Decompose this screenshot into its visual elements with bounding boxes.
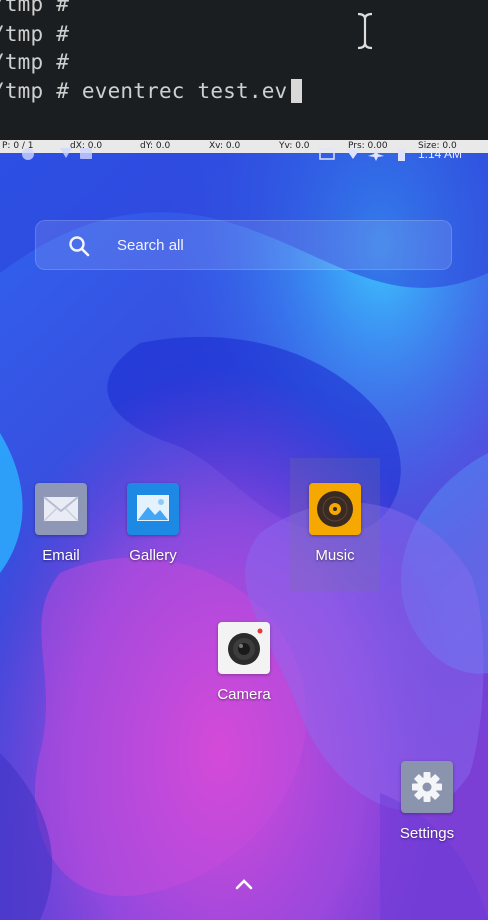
terminal-line: /tmp # (0, 50, 70, 74)
terminal-window[interactable]: /tmp # /tmp # /tmp # /tmp # eventrec tes… (0, 0, 488, 140)
app-email[interactable]: Email (16, 483, 106, 564)
search-icon (69, 236, 90, 257)
app-label: Settings (399, 825, 455, 842)
email-icon (35, 483, 87, 535)
app-label: Camera (217, 686, 271, 703)
app-music[interactable]: Music (290, 483, 380, 564)
camera-icon (218, 622, 270, 674)
search-bar[interactable]: Search all (35, 220, 452, 270)
ibeam-cursor-icon (357, 12, 373, 50)
app-gallery[interactable]: Gallery (108, 483, 198, 564)
app-label: Music (315, 547, 355, 564)
app-settings[interactable]: Settings (382, 761, 472, 842)
system-status-icons (319, 148, 405, 161)
notification-icons (22, 148, 92, 160)
text-cursor (291, 79, 303, 103)
terminal-command-line: /tmp # eventrec test.ev (0, 79, 303, 103)
terminal-line: /tmp # (0, 22, 70, 46)
settings-icon (401, 761, 453, 813)
chevron-up-icon[interactable] (234, 876, 254, 892)
app-label: Gallery (129, 547, 177, 564)
terminal-line: /tmp # (0, 0, 70, 16)
terminal-command: /tmp # eventrec test.ev (0, 79, 288, 103)
app-camera[interactable]: Camera (199, 622, 289, 703)
clock: 1:14 AM (418, 147, 463, 161)
app-label: Email (42, 547, 80, 564)
search-placeholder: Search all (117, 237, 184, 254)
music-icon (309, 483, 361, 535)
gallery-icon (127, 483, 179, 535)
status-bar: 1:14 AM (0, 146, 488, 166)
